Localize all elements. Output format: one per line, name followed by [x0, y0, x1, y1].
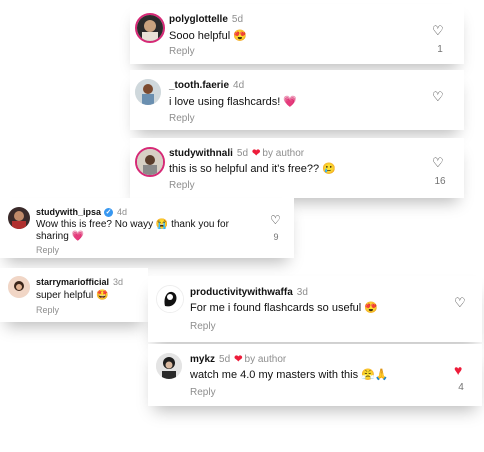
- username[interactable]: studywithnali 5d ❤ by author: [169, 148, 304, 159]
- comment-text: Sooo helpful 😍: [169, 30, 247, 42]
- comment-text: i love using flashcards! 💗: [169, 96, 298, 108]
- comment-text: watch me 4.0 my masters with this 😤🙏: [190, 369, 389, 381]
- like-count: 9: [273, 232, 279, 242]
- like-heart-icon[interactable]: ♡: [432, 156, 444, 169]
- liked-heart-icon[interactable]: ♥: [454, 363, 462, 377]
- avatar[interactable]: [156, 353, 182, 379]
- comment-text-line-1: Wow this is free? No wayy 😭 thank you fo…: [36, 219, 229, 230]
- like-count: 16: [434, 176, 446, 187]
- like-heart-icon[interactable]: ♡: [432, 24, 444, 37]
- by-author-label: by author: [244, 354, 287, 365]
- avatar[interactable]: [135, 13, 165, 43]
- comment-text: For me i found flashcards so useful 😍: [190, 302, 378, 314]
- comment-card: starrymariofficial 3d super helpful 🤩 Rep…: [0, 268, 148, 322]
- reply-button[interactable]: Reply: [169, 46, 195, 57]
- comment-card: studywith_ipsa ✓ 4d Wow this is free? No w…: [0, 198, 294, 258]
- reply-button[interactable]: Reply: [169, 180, 195, 191]
- reply-button[interactable]: Reply: [190, 321, 216, 332]
- comment-card: polyglottelle 5d Sooo helpful 😍 Reply ♡ 1: [130, 4, 464, 64]
- by-author-label: by author: [262, 148, 305, 159]
- avatar[interactable]: [8, 276, 30, 298]
- username[interactable]: starrymariofficial 3d: [36, 277, 123, 287]
- username[interactable]: mykz 5d ❤ by author: [190, 354, 286, 365]
- avatar[interactable]: [156, 285, 184, 313]
- comment-text: this is so helpful and it's free?? 🥲: [169, 163, 336, 175]
- comment-text: super helpful 🤩: [36, 290, 109, 301]
- timestamp: 4d: [233, 80, 245, 91]
- avatar[interactable]: [8, 207, 30, 229]
- comment-card: studywithnali 5d ❤ by author this is so hel…: [130, 138, 464, 198]
- like-heart-icon[interactable]: ♡: [454, 296, 466, 309]
- like-heart-icon[interactable]: ♡: [270, 214, 281, 226]
- author-heart-icon: ❤: [234, 354, 243, 365]
- username[interactable]: studywith_ipsa ✓ 4d: [36, 207, 127, 217]
- reply-button[interactable]: Reply: [36, 305, 59, 315]
- comment-text-line-2: sharing 💗: [36, 231, 85, 242]
- comment-card: mykz 5d ❤ by author watch me 4.0 my masters…: [148, 344, 482, 406]
- comment-card: productivitywithwaffa 3d For me i found f…: [148, 276, 482, 342]
- reply-button[interactable]: Reply: [36, 245, 59, 255]
- reply-button[interactable]: Reply: [190, 387, 216, 398]
- timestamp: 3d: [113, 277, 124, 287]
- reply-button[interactable]: Reply: [169, 113, 195, 124]
- avatar[interactable]: [135, 79, 161, 105]
- like-heart-icon[interactable]: ♡: [432, 90, 444, 103]
- username[interactable]: _tooth.faerie 4d: [169, 80, 244, 91]
- like-count: 1: [437, 44, 443, 55]
- comment-card: _tooth.faerie 4d i love using flashcards!…: [130, 70, 464, 130]
- avatar[interactable]: [135, 147, 165, 177]
- username[interactable]: polyglottelle 5d: [169, 14, 243, 25]
- timestamp: 5d: [236, 148, 249, 159]
- timestamp: 5d: [231, 14, 244, 25]
- timestamp: 3d: [296, 287, 308, 298]
- like-count: 4: [458, 382, 464, 393]
- username[interactable]: productivitywithwaffa 3d: [190, 287, 308, 298]
- author-heart-icon: ❤: [252, 148, 261, 159]
- verified-badge-icon: ✓: [104, 208, 114, 217]
- timestamp: 5d: [219, 354, 231, 365]
- timestamp: 4d: [117, 207, 128, 217]
